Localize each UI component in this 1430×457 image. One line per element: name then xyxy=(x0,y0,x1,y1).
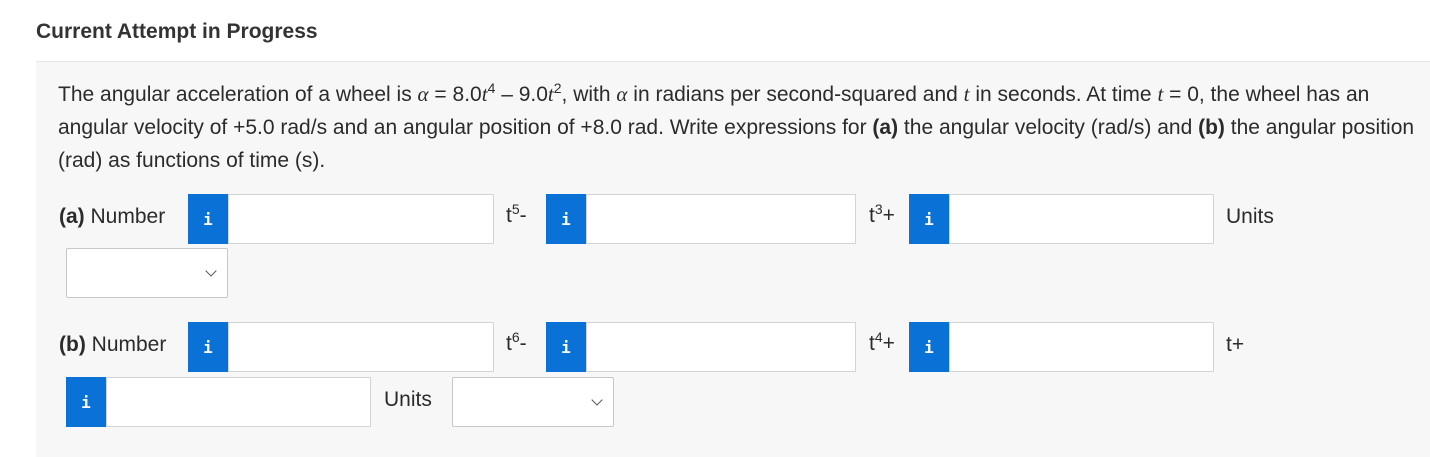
part-a-marker: (a) xyxy=(872,116,899,139)
question-text-part: The angular acceleration of a wheel is xyxy=(58,83,418,106)
part-a-coef-1-input[interactable] xyxy=(228,194,494,244)
term-exponent: 6 xyxy=(511,329,520,345)
part-a-label-bold: (a) xyxy=(59,205,85,228)
info-icon[interactable]: i xyxy=(66,377,106,427)
question-text-part: – 9.0 xyxy=(495,83,548,106)
part-a-label-text: Number xyxy=(84,205,166,228)
info-icon[interactable]: i xyxy=(909,194,949,244)
part-b-coef-2-input[interactable] xyxy=(586,322,856,372)
alpha-symbol: α xyxy=(616,82,628,106)
term-exponent: 3 xyxy=(874,201,883,217)
part-b-label-text: Number xyxy=(85,333,167,356)
alpha-symbol: α xyxy=(417,82,429,106)
part-b-term-3-label: t+ xyxy=(1226,333,1245,356)
chevron-down-icon xyxy=(205,265,217,277)
question-text-part: in seconds. At time xyxy=(969,83,1158,106)
part-a-coef-3-input[interactable] xyxy=(949,194,1214,244)
part-b-units-select[interactable] xyxy=(452,377,614,427)
part-b-term-1-label: t6- xyxy=(506,329,527,356)
part-a-units-select[interactable] xyxy=(66,248,228,298)
term-operator: + xyxy=(882,204,895,227)
part-a-term-1-label: t5- xyxy=(506,201,527,228)
part-a-coef-2-input[interactable] xyxy=(586,194,856,244)
part-b-coef-1-input[interactable] xyxy=(228,322,494,372)
part-b-label: (b) Number xyxy=(59,333,166,357)
question-text-part: = 8.0 xyxy=(428,83,482,106)
part-b-label-bold: (b) xyxy=(59,333,86,356)
info-icon[interactable]: i xyxy=(546,194,586,244)
question-text-part: the angular velocity (rad/s) and xyxy=(898,116,1199,139)
question-text-part: in radians per second-squared and xyxy=(627,83,964,106)
part-b-units-label: Units xyxy=(384,388,432,411)
question-text: The angular acceleration of a wheel is α… xyxy=(58,78,1430,177)
term-exponent: 5 xyxy=(511,201,520,217)
term-operator: + xyxy=(882,332,895,355)
section-title: Current Attempt in Progress xyxy=(36,20,318,43)
question-text-part: , with xyxy=(561,83,617,106)
chevron-down-icon xyxy=(591,394,603,406)
info-icon[interactable]: i xyxy=(188,194,228,244)
info-icon[interactable]: i xyxy=(188,322,228,372)
part-a-label: (a) Number xyxy=(59,205,165,229)
term-operator: - xyxy=(519,204,527,227)
info-icon[interactable]: i xyxy=(909,322,949,372)
term-exponent: 4 xyxy=(874,329,883,345)
term-operator: - xyxy=(519,332,527,355)
part-b-coef-4-input[interactable] xyxy=(106,377,371,427)
part-a-term-2-label: t3+ xyxy=(869,201,895,228)
part-b-marker: (b) xyxy=(1198,116,1225,139)
part-a-units-label: Units xyxy=(1226,205,1274,228)
exponent: 2 xyxy=(553,80,562,96)
info-icon[interactable]: i xyxy=(546,322,586,372)
part-b-term-2-label: t4+ xyxy=(869,329,895,356)
part-b-coef-3-input[interactable] xyxy=(949,322,1214,372)
